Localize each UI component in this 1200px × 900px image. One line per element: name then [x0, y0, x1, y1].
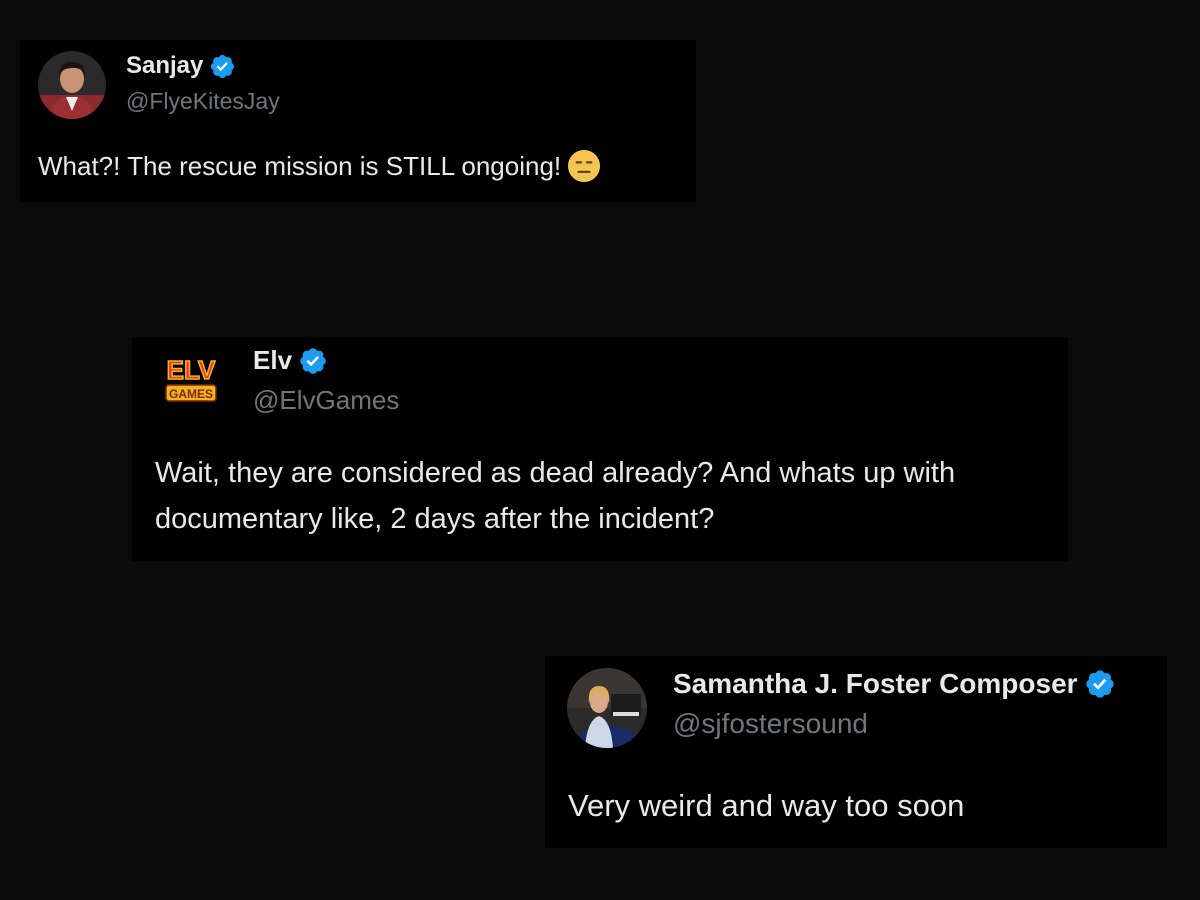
tweet-text: Very weird and way too soon: [568, 788, 965, 823]
avatar[interactable]: [567, 668, 647, 748]
verified-badge-icon: [300, 347, 326, 374]
avatar-image: [38, 51, 106, 119]
display-name[interactable]: Samantha J. Foster Composer: [673, 668, 1078, 700]
avatar-image: [567, 668, 647, 748]
author-row: Sanjay: [126, 52, 236, 80]
tweet-text: What?! The rescue mission is STILL ongoi…: [38, 148, 601, 186]
tweet-card-samantha: Samantha J. Foster Composer @sjfostersou…: [545, 656, 1167, 848]
display-name[interactable]: Elv: [253, 345, 292, 376]
elv-games-logo-icon: ELV GAMES: [158, 347, 224, 413]
author-row: Elv: [253, 345, 328, 376]
tweet-card-sanjay: Sanjay @FlyeKitesJay What?! The rescue m…: [20, 40, 696, 202]
avatar[interactable]: [38, 51, 106, 119]
verified-badge-icon: [1085, 670, 1114, 698]
tweet-text-content: What?! The rescue mission is STILL ongoi…: [38, 151, 562, 181]
tweet-text: Wait, they are considered as dead alread…: [155, 457, 956, 535]
verified-badge-icon: [211, 54, 235, 78]
logo-text-bottom: GAMES: [169, 387, 213, 401]
handle[interactable]: @sjfostersound: [673, 708, 868, 740]
expressionless-face-icon: [568, 149, 601, 183]
handle[interactable]: @FlyeKitesJay: [126, 88, 280, 115]
author-row: Samantha J. Foster Composer: [673, 668, 1116, 700]
logo-text-top: ELV: [167, 355, 216, 385]
tweet-card-elv: ELV GAMES Elv @ElvGames Wait, they are c…: [132, 337, 1068, 561]
display-name[interactable]: Sanjay: [126, 52, 203, 80]
avatar[interactable]: ELV GAMES: [158, 347, 224, 413]
handle[interactable]: @ElvGames: [253, 385, 399, 416]
